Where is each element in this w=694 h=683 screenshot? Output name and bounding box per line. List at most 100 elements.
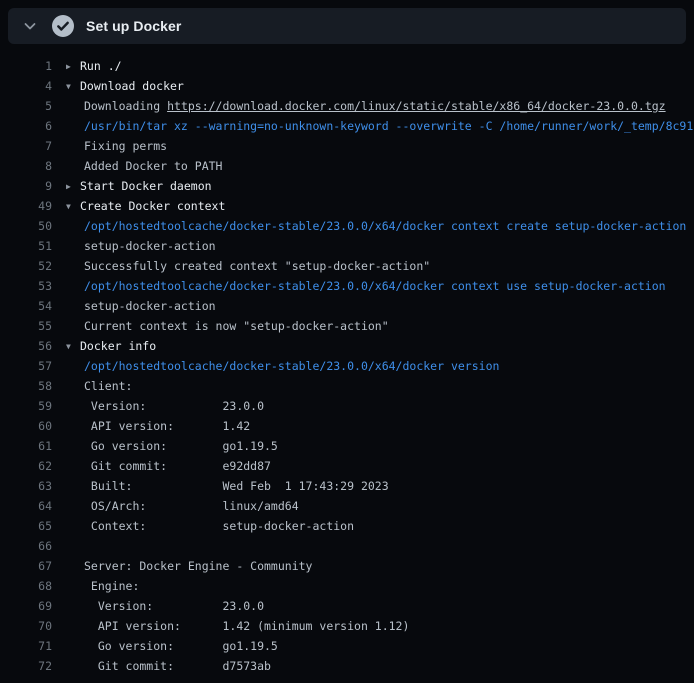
log-group-toggle[interactable]: ▶Start Docker daemon <box>66 179 212 193</box>
line-number-link[interactable]: 56 <box>0 336 52 356</box>
log-text: /opt/hostedtoolcache/docker-stable/23.0.… <box>66 219 686 233</box>
chevron-collapsed-icon: ▶ <box>66 57 80 76</box>
line-number-link[interactable]: 4 <box>0 76 52 96</box>
line-number-link[interactable]: 53 <box>0 276 52 296</box>
log-text-span: Built: Wed Feb 1 17:43:29 2023 <box>84 479 389 493</box>
chevron-collapsed-icon: ▶ <box>66 177 80 196</box>
log-line: 54 setup-docker-action <box>0 296 694 316</box>
line-number-link[interactable]: 62 <box>0 456 52 476</box>
log-line: 5 Downloading https://download.docker.com… <box>0 96 694 116</box>
log-text: Downloading https://download.docker.com/… <box>66 99 666 113</box>
log-line: 53/opt/hostedtoolcache/docker-stable/23.… <box>0 276 694 296</box>
line-number-link[interactable]: 57 <box>0 356 52 376</box>
line-number-link[interactable]: 6 <box>0 116 52 136</box>
log-text-span: OS/Arch: linux/amd64 <box>84 499 299 513</box>
log-command-text: /usr/bin/tar xz --warning=no-unknown-key… <box>84 119 693 133</box>
line-number-link[interactable]: 59 <box>0 396 52 416</box>
step-title: Set up Docker <box>86 18 181 34</box>
line-number-link[interactable]: 65 <box>0 516 52 536</box>
line-number-link[interactable]: 67 <box>0 556 52 576</box>
line-number-link[interactable]: 55 <box>0 316 52 336</box>
log-line: 66 <box>0 536 694 556</box>
log-text-span: Git commit: d7573ab <box>84 659 271 673</box>
log-text: Context: setup-docker-action <box>66 519 354 533</box>
log-text: Added Docker to PATH <box>66 159 222 173</box>
line-number-link[interactable]: 7 <box>0 136 52 156</box>
line-number-link[interactable]: 49 <box>0 196 52 216</box>
log-line: 65 Context: setup-docker-action <box>0 516 694 536</box>
log-text: Engine: <box>66 579 139 593</box>
log-line: 50/opt/hostedtoolcache/docker-stable/23.… <box>0 216 694 236</box>
log-text-span: setup-docker-action <box>84 239 216 253</box>
chevron-expanded-icon: ▼ <box>66 77 80 96</box>
log-line: 7 Fixing perms <box>0 136 694 156</box>
line-number-link[interactable]: 70 <box>0 616 52 636</box>
line-number-link[interactable]: 1 <box>0 56 52 76</box>
line-number-link[interactable]: 5 <box>0 96 52 116</box>
log-line: 68 Engine: <box>0 576 694 596</box>
chevron-expanded-icon: ▼ <box>66 197 80 216</box>
log-text-span: Client: <box>84 379 132 393</box>
log-text: API version: 1.42 <box>66 419 250 433</box>
log-line: 51 setup-docker-action <box>0 236 694 256</box>
log-text: Git commit: d7573ab <box>66 659 271 673</box>
log-line: 67 Server: Docker Engine - Community <box>0 556 694 576</box>
log-text-span: Server: Docker Engine - Community <box>84 559 312 573</box>
line-number-link[interactable]: 69 <box>0 596 52 616</box>
log-group-toggle[interactable]: ▶Run ./ <box>66 59 122 73</box>
log-text-span: Current context is now "setup-docker-act… <box>84 319 389 333</box>
log-text-span: Context: setup-docker-action <box>84 519 354 533</box>
log-text-span: API version: 1.42 (minimum version 1.12) <box>84 619 409 633</box>
line-number-link[interactable]: 58 <box>0 376 52 396</box>
line-number-link[interactable]: 8 <box>0 156 52 176</box>
log-group-toggle[interactable]: ▼Download docker <box>66 79 184 93</box>
line-number-link[interactable]: 66 <box>0 536 52 556</box>
line-number-link[interactable]: 71 <box>0 636 52 656</box>
log-group-title: Download docker <box>80 79 184 93</box>
chevron-expanded-icon: ▼ <box>66 337 80 356</box>
log-text: /opt/hostedtoolcache/docker-stable/23.0.… <box>66 279 666 293</box>
log-line: 72 Git commit: d7573ab <box>0 656 694 676</box>
step-header[interactable]: Set up Docker <box>8 8 686 44</box>
line-number-link[interactable]: 50 <box>0 216 52 236</box>
log-text: /usr/bin/tar xz --warning=no-unknown-key… <box>66 119 693 133</box>
log-line: 4 ▼Download docker <box>0 76 694 96</box>
line-number-link[interactable]: 52 <box>0 256 52 276</box>
log-url-link[interactable]: https://download.docker.com/linux/static… <box>167 99 666 113</box>
line-number-link[interactable]: 63 <box>0 476 52 496</box>
check-circle-icon <box>52 15 74 37</box>
log-text <box>66 539 84 553</box>
log-group-toggle[interactable]: ▼Create Docker context <box>66 199 225 213</box>
log-text: setup-docker-action <box>66 239 216 253</box>
log-text: Client: <box>66 379 132 393</box>
line-number-link[interactable]: 64 <box>0 496 52 516</box>
log-text: setup-docker-action <box>66 299 216 313</box>
log-line: 49 ▼Create Docker context <box>0 196 694 216</box>
line-number-link[interactable]: 54 <box>0 296 52 316</box>
log-text: Go version: go1.19.5 <box>66 639 278 653</box>
log-line: 58 Client: <box>0 376 694 396</box>
log-text-span: API version: 1.42 <box>84 419 250 433</box>
log-text: OS/Arch: linux/amd64 <box>66 499 299 513</box>
log-text: Fixing perms <box>66 139 167 153</box>
log-text-span: Version: 23.0.0 <box>84 599 264 613</box>
line-number-link[interactable]: 9 <box>0 176 52 196</box>
log-line: 60 API version: 1.42 <box>0 416 694 436</box>
log-line: 6/usr/bin/tar xz --warning=no-unknown-ke… <box>0 116 694 136</box>
log-lines: 1▶Run ./4▼Download docker5Downloading ht… <box>0 44 694 676</box>
log-line: 55 Current context is now "setup-docker-a… <box>0 316 694 336</box>
line-number-link[interactable]: 61 <box>0 436 52 456</box>
log-text-span: Added Docker to PATH <box>84 159 222 173</box>
line-number-link[interactable]: 60 <box>0 416 52 436</box>
log-group-title: Run ./ <box>80 59 122 73</box>
chevron-down-icon <box>22 18 38 34</box>
log-text-span: Go version: go1.19.5 <box>84 639 278 653</box>
log-group-toggle[interactable]: ▼Docker info <box>66 339 156 353</box>
line-number-link[interactable]: 51 <box>0 236 52 256</box>
log-line: 61 Go version: go1.19.5 <box>0 436 694 456</box>
log-line: 9 ▶Start Docker daemon <box>0 176 694 196</box>
log-line: 1 ▶Run ./ <box>0 56 694 76</box>
line-number-link[interactable]: 72 <box>0 656 52 676</box>
line-number-link[interactable]: 68 <box>0 576 52 596</box>
log-line: 71 Go version: go1.19.5 <box>0 636 694 656</box>
